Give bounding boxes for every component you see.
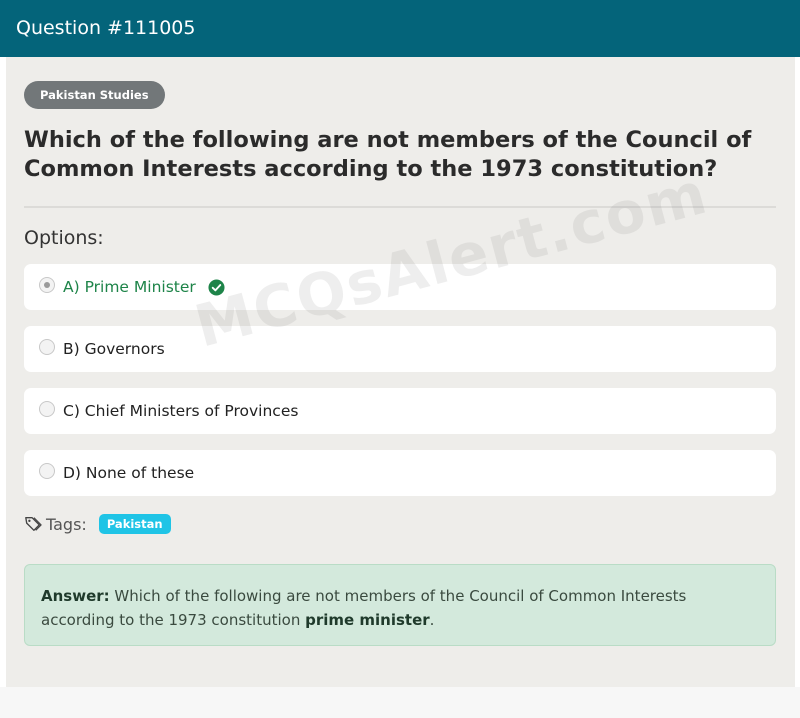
option-d-label: D) None of these: [63, 464, 195, 482]
question-number-title: Question #111005: [16, 17, 196, 39]
answer-highlight: prime minister: [305, 611, 430, 629]
options-label: Options:: [24, 227, 104, 249]
option-a-label: A) Prime Minister: [63, 278, 196, 296]
card-bottom-strip: [0, 687, 800, 718]
option-c[interactable]: C) Chief Ministers of Provinces: [24, 388, 776, 434]
page-header: Question #111005: [0, 0, 800, 57]
tags-row: Tags: Pakistan: [24, 514, 171, 534]
answer-box: Answer: Which of the following are not m…: [24, 564, 776, 646]
tag-pakistan[interactable]: Pakistan: [98, 514, 171, 534]
question-text: Which of the following are not members o…: [24, 127, 752, 182]
subject-badge[interactable]: Pakistan Studies: [24, 81, 165, 109]
answer-prefix: Answer:: [41, 587, 110, 605]
radio-button-d[interactable]: [39, 463, 55, 479]
option-c-label: C) Chief Ministers of Provinces: [63, 402, 299, 420]
option-b-label: B) Governors: [63, 340, 165, 358]
answer-suffix: .: [429, 611, 435, 629]
option-d[interactable]: D) None of these: [24, 450, 776, 496]
option-b[interactable]: B) Governors: [24, 326, 776, 372]
radio-button-a[interactable]: [39, 277, 55, 293]
check-circle-icon: [208, 278, 225, 296]
radio-button-c[interactable]: [39, 401, 55, 417]
tags-label: Tags:: [46, 514, 87, 534]
divider: [24, 206, 776, 208]
radio-button-b[interactable]: [39, 339, 55, 355]
option-a[interactable]: A) Prime Minister: [24, 264, 776, 310]
tags-icon: [25, 517, 42, 531]
